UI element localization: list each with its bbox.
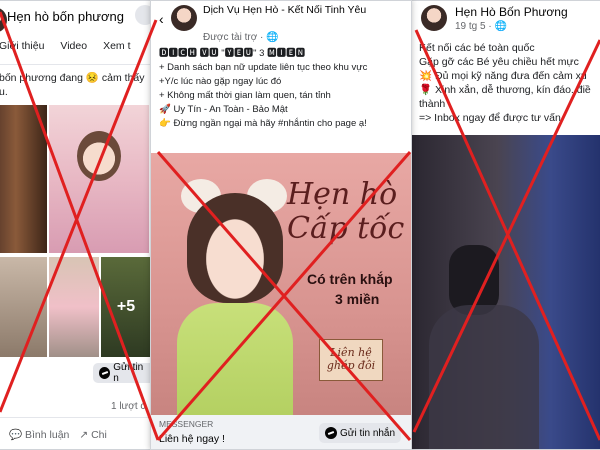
tab-more[interactable]: Xem t: [103, 39, 130, 64]
post-photo-more[interactable]: +5: [101, 257, 151, 357]
ad-line-6: 👉 Đừng ngần ngại mà hãy #nhắntin cho pag…: [159, 118, 367, 129]
page-avatar[interactable]: [0, 7, 7, 33]
share-count: 1 lượt c: [111, 401, 146, 412]
person-silhouette: [429, 305, 539, 449]
post-line-2: Gặp gỡ các Bé yêu chiều hết mực: [419, 56, 579, 68]
post-photo-1[interactable]: [0, 105, 47, 253]
post-panel-right: Hẹn Hò Bốn Phương 19 tg 5 · 🌐 Kết nối cá…: [408, 0, 600, 450]
page-name[interactable]: Hẹn Hò Bốn Phương: [455, 5, 568, 19]
ad-sub-1: Có trên khắp: [307, 271, 393, 287]
ad-line-4: + Không mất thời gian làm quen, tán tỉnh: [159, 90, 331, 101]
post-panel-center: ‹ Dịch Vụ Hẹn Hò - Kết Nối Tinh Yêu Được…: [150, 0, 412, 450]
post-text: bốn phương đang 😣 cảm thấy: [0, 72, 145, 84]
post-line-5: thành: [419, 98, 446, 110]
ad-line-2: + Danh sách bạn nữ update liên tục theo …: [159, 62, 368, 73]
messenger-label: MESSENGER: [159, 419, 214, 429]
sponsored-label: Được tài trợ · 🌐: [203, 32, 279, 43]
ad-line-1: 🅳🅸🅲🅷 🆅🆄 "🆈🅴🆄" 3 🅼🅸🅴🅽: [159, 48, 306, 59]
send-message-label: Gửi tin n: [113, 362, 144, 384]
comment-label: Bình luận: [25, 429, 70, 441]
ad-cta-1: Liên hệ: [330, 346, 372, 359]
ad-cta-box: Liên hệ ghép đôi: [319, 339, 383, 381]
contact-label[interactable]: Liên hệ ngay !: [159, 433, 225, 445]
ad-cta-2: ghép đôi: [326, 359, 376, 372]
share-button[interactable]: ↗ Chi: [79, 429, 106, 441]
post-photo[interactable]: [409, 135, 600, 449]
post-line-1: Kết nối các bé toàn quốc: [419, 42, 535, 54]
post-line-3: 💥 Đủ mọi kỹ năng đưa đến cảm xú: [419, 70, 587, 82]
post-line-6: => Inbox ngay để được tư vấn: [419, 112, 561, 124]
page-name[interactable]: Hẹn hò bốn phương: [7, 9, 124, 24]
ad-title-2: Cấp tốc: [287, 211, 405, 246]
ad-line-3: +Y/c lúc nào gặp ngay lúc đó: [159, 76, 282, 87]
post-text-2: u.: [0, 86, 8, 98]
send-message-button[interactable]: Gửi tin n: [93, 362, 155, 384]
post-photo-3[interactable]: [0, 257, 47, 357]
page-avatar[interactable]: [171, 5, 197, 31]
post-photo-4[interactable]: [49, 257, 99, 357]
page-avatar[interactable]: [421, 5, 447, 31]
send-message-button[interactable]: Gửi tin nhắn: [319, 423, 402, 443]
post-date: 19 tg 5 · 🌐: [455, 21, 507, 32]
page-name[interactable]: Dịch Vụ Hẹn Hò - Kết Nối Tinh Yêu: [203, 4, 409, 17]
send-message-label: Gửi tin nhắn: [340, 427, 396, 439]
model-face: [187, 193, 283, 303]
model-top: [177, 303, 293, 415]
post-line-4: 🌹 Xinh xắn, dễ thương, kín đáo. điề: [419, 84, 591, 96]
share-label: Chi: [91, 428, 107, 441]
tab-video[interactable]: Video: [60, 39, 87, 64]
back-icon[interactable]: ‹: [159, 11, 164, 27]
photo-more-count: +5: [116, 298, 136, 315]
ad-image[interactable]: Hẹn hò Cấp tốc Có trên khắp 3 miền Liên …: [151, 153, 411, 415]
messenger-icon: [99, 367, 111, 379]
comment-button[interactable]: 💬 Bình luận: [9, 428, 69, 441]
ad-line-5: 🚀 Uy Tín - An Toàn - Bảo Mật: [159, 104, 288, 115]
ad-title-1: Hẹn hò: [287, 177, 398, 212]
messenger-icon: [325, 427, 337, 439]
post-panel-left: Hẹn hò bốn phương Giới thiệu Video Xem t…: [0, 0, 156, 450]
ad-sub-2: 3 miền: [335, 291, 380, 307]
tab-about[interactable]: Giới thiệu: [0, 39, 44, 64]
post-photo-2[interactable]: [49, 105, 149, 253]
